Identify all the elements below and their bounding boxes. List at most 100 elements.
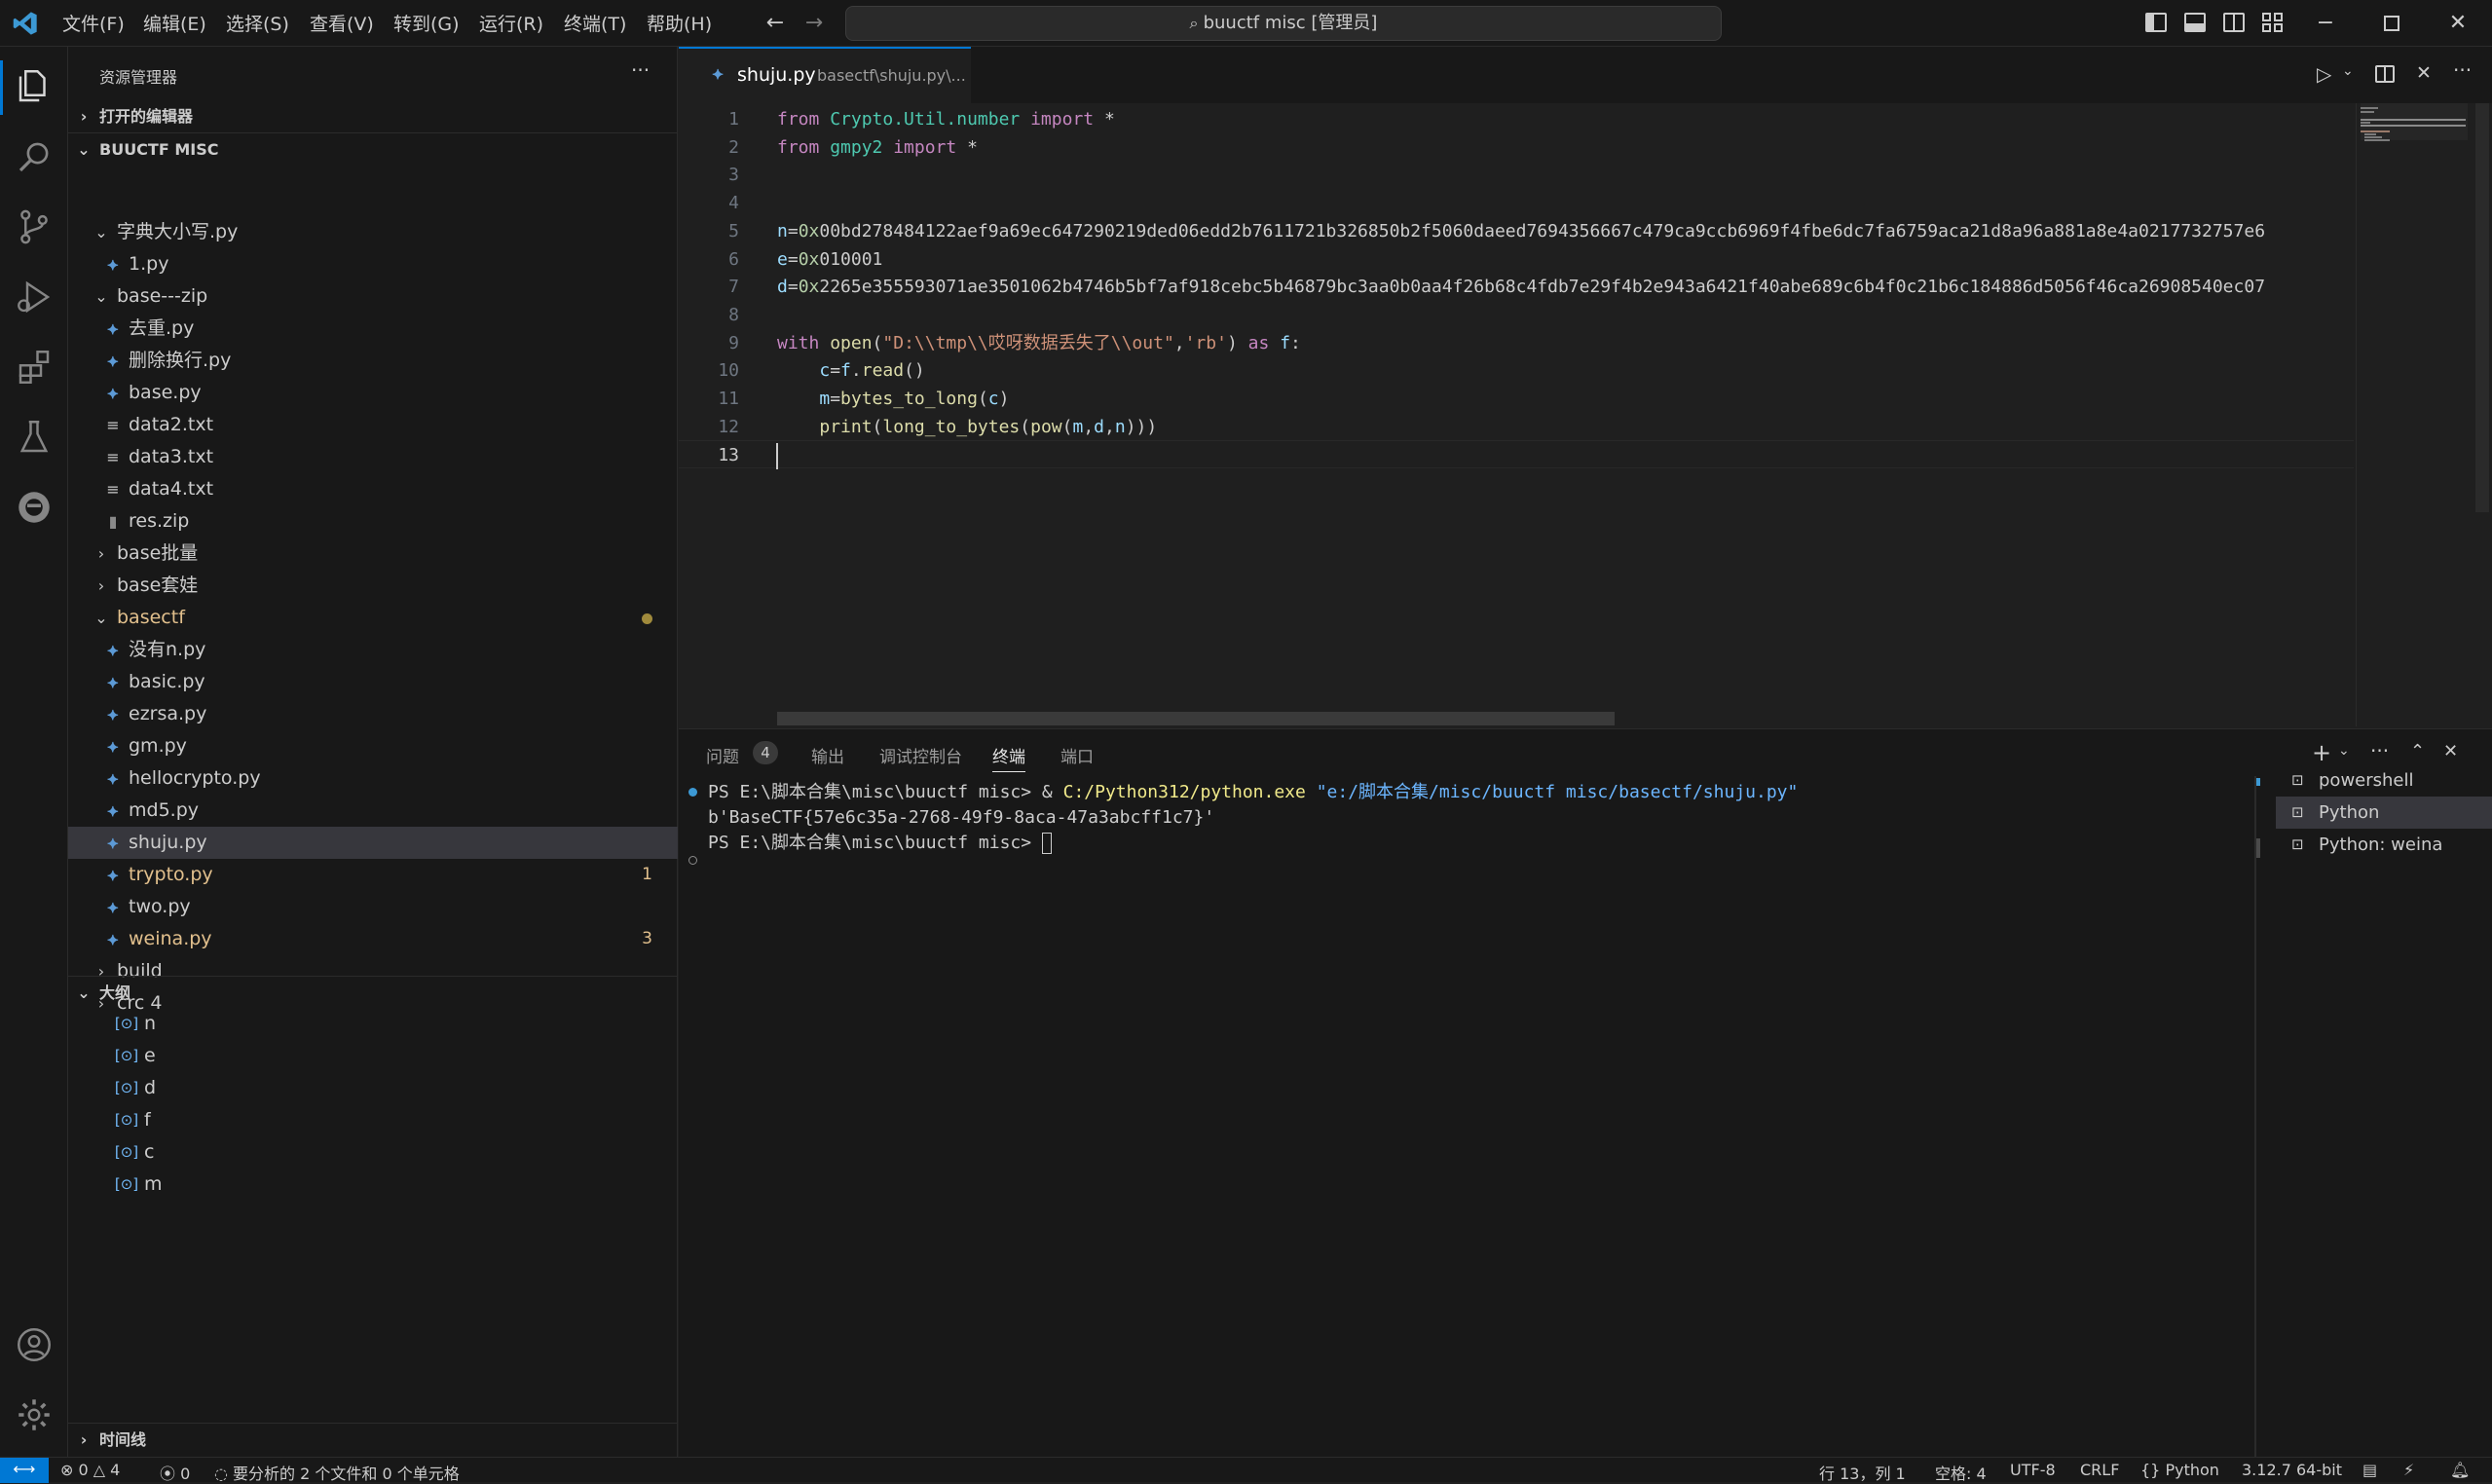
language-mode[interactable]: {} Python bbox=[2140, 1461, 2219, 1479]
run-debug-icon[interactable] bbox=[14, 277, 55, 317]
timeline-section[interactable]: › 时间线 bbox=[68, 1423, 678, 1455]
restore-icon[interactable] bbox=[2384, 16, 2399, 31]
tab-output[interactable]: 输出 bbox=[811, 743, 844, 767]
terminal-instance[interactable]: ⊡ Python: weina bbox=[2276, 829, 2492, 861]
outline-item[interactable]: [⊙] n bbox=[68, 1008, 678, 1040]
outline-item[interactable]: [⊙] c bbox=[68, 1136, 678, 1169]
workspace-section[interactable]: ⌄ BUUCTF MISC bbox=[68, 132, 678, 165]
outline-item[interactable]: [⊙] m bbox=[68, 1169, 678, 1201]
tree-file[interactable]: ⯌ trypto.py 1 bbox=[68, 859, 678, 891]
ports-status[interactable]: ⦿ 0 bbox=[160, 1461, 190, 1484]
explorer-icon[interactable] bbox=[14, 66, 55, 107]
remote-explorer-icon[interactable] bbox=[14, 487, 55, 528]
minimap[interactable] bbox=[2356, 103, 2492, 726]
search-icon[interactable] bbox=[14, 136, 55, 177]
python-interpreter[interactable]: 3.12.7 64-bit bbox=[2242, 1461, 2342, 1479]
close-editor-icon[interactable]: ✕ bbox=[2416, 62, 2432, 84]
command-center[interactable]: ⌕ buuctf misc [管理员] bbox=[845, 6, 1722, 41]
tree-folder[interactable]: › base批量 bbox=[68, 538, 678, 570]
more-actions-icon[interactable]: ··· bbox=[631, 58, 650, 82]
outline-item[interactable]: [⊙] e bbox=[68, 1040, 678, 1072]
tab-problems[interactable]: 问题 bbox=[706, 743, 739, 767]
menu-run[interactable]: 运行(R) bbox=[479, 10, 543, 36]
maximize-panel-icon[interactable]: ⌃ bbox=[2410, 741, 2425, 761]
close-window-icon[interactable]: ✕ bbox=[2444, 10, 2472, 37]
line-ending[interactable]: CRLF bbox=[2080, 1461, 2119, 1479]
forward-arrow-icon[interactable]: → bbox=[800, 10, 828, 37]
file-icon[interactable]: ▤ bbox=[2362, 1461, 2377, 1479]
tree-file[interactable]: ⯌ basic.py bbox=[68, 666, 678, 698]
tree-file[interactable]: ⯌ two.py bbox=[68, 891, 678, 923]
terminal-exe: C:/Python312/python.exe bbox=[1062, 782, 1306, 802]
cursor-position[interactable]: 行 13，列 1 bbox=[1819, 1461, 1906, 1484]
menu-go[interactable]: 转到(G) bbox=[393, 10, 460, 36]
source-control-icon[interactable] bbox=[14, 206, 55, 247]
close-panel-icon[interactable]: ✕ bbox=[2443, 741, 2458, 761]
copilot-icon[interactable]: ⚡ bbox=[2403, 1461, 2414, 1479]
toggle-secondary-sidebar-icon[interactable] bbox=[2223, 13, 2245, 32]
menu-view[interactable]: 查看(V) bbox=[310, 10, 374, 36]
chevron-down-icon[interactable]: ⌄ bbox=[2338, 743, 2350, 759]
settings-gear-icon[interactable] bbox=[14, 1394, 55, 1435]
encoding[interactable]: UTF-8 bbox=[2010, 1461, 2056, 1479]
analysis-status[interactable]: ◌ 要分析的 2 个文件和 0 个单元格 bbox=[214, 1461, 460, 1484]
tree-file[interactable]: ⯌ 没有n.py bbox=[68, 634, 678, 666]
more-actions-icon[interactable]: ··· bbox=[2453, 58, 2472, 82]
tree-file[interactable]: ⯌ base.py bbox=[68, 377, 678, 409]
outline-item[interactable]: [⊙] f bbox=[68, 1104, 678, 1136]
accounts-icon[interactable] bbox=[14, 1324, 55, 1365]
code-line: 9 with open("D:\\tmp\\哎呀数据丢失了\\out",'rb')… bbox=[679, 329, 2354, 357]
tree-file[interactable]: ⯌ 1.py bbox=[68, 248, 678, 280]
vertical-scrollbar[interactable] bbox=[2475, 103, 2489, 512]
tree-file[interactable]: ⯌ shuju.py bbox=[68, 827, 678, 859]
remote-indicator-icon[interactable]: ⟷ bbox=[0, 1458, 49, 1483]
back-arrow-icon[interactable]: ← bbox=[762, 10, 789, 37]
tab-terminal[interactable]: 终端 bbox=[992, 743, 1025, 772]
tree-file[interactable]: ≡ data3.txt bbox=[68, 441, 678, 473]
code-editor[interactable]: 1 from Crypto.Util.number import * 2 from g… bbox=[679, 103, 2492, 726]
extensions-icon[interactable] bbox=[14, 347, 55, 388]
menu-selection[interactable]: 选择(S) bbox=[226, 10, 289, 36]
tree-file[interactable]: ⯌ gm.py bbox=[68, 730, 678, 762]
tree-folder[interactable]: ⌄ base---zip bbox=[68, 280, 678, 313]
open-editors-section[interactable]: › 打开的编辑器 bbox=[68, 100, 678, 132]
tree-folder[interactable]: ⌄ basectf bbox=[68, 602, 678, 634]
tree-file[interactable]: ⯌ md5.py bbox=[68, 795, 678, 827]
menu-edit[interactable]: 编辑(E) bbox=[143, 10, 206, 36]
tree-file[interactable]: ⯌ 删除换行.py bbox=[68, 345, 678, 377]
minimize-icon[interactable]: − bbox=[2312, 10, 2339, 37]
customize-layout-icon[interactable] bbox=[2262, 13, 2284, 32]
toggle-panel-icon[interactable] bbox=[2184, 13, 2206, 32]
split-editor-icon[interactable] bbox=[2375, 65, 2395, 83]
tab-debug-console[interactable]: 调试控制台 bbox=[879, 743, 962, 767]
tree-file[interactable]: ≡ data2.txt bbox=[68, 409, 678, 441]
horizontal-scrollbar[interactable] bbox=[777, 712, 1615, 725]
tree-file[interactable]: ⯌ ezrsa.py bbox=[68, 698, 678, 730]
menu-help[interactable]: 帮助(H) bbox=[647, 10, 712, 36]
new-terminal-icon[interactable]: + bbox=[2312, 739, 2331, 766]
terminal-instance[interactable]: ⊡ Python bbox=[2276, 797, 2492, 829]
tree-file[interactable]: ⯌ hellocrypto.py bbox=[68, 762, 678, 795]
indentation[interactable]: 空格: 4 bbox=[1935, 1461, 1987, 1484]
run-file-icon[interactable]: ▷ bbox=[2317, 62, 2331, 86]
problems-status[interactable]: ⊗ 0 △ 4 bbox=[60, 1461, 120, 1479]
tree-folder[interactable]: ⌄ 字典大小写.py bbox=[68, 216, 678, 248]
tree-file[interactable]: ▮ res.zip bbox=[68, 505, 678, 538]
tab-shuju-py[interactable]: ⯌ shuju.py basectf\shuju.py\... bbox=[679, 47, 971, 103]
tree-file[interactable]: ⯌ weina.py 3 bbox=[68, 923, 678, 955]
menu-terminal[interactable]: 终端(T) bbox=[564, 10, 626, 36]
tree-file[interactable]: ⯌ 去重.py bbox=[68, 313, 678, 345]
testing-icon[interactable] bbox=[14, 417, 55, 458]
tree-file[interactable]: ≡ data4.txt bbox=[68, 473, 678, 505]
chevron-down-icon[interactable]: ⌄ bbox=[2342, 63, 2354, 79]
terminal-instance[interactable]: ⊡ powershell bbox=[2276, 764, 2492, 797]
tab-ports[interactable]: 端口 bbox=[1060, 743, 1094, 767]
toggle-primary-sidebar-icon[interactable] bbox=[2145, 13, 2167, 32]
tree-folder[interactable]: › base套娃 bbox=[68, 570, 678, 602]
outline-item[interactable]: [⊙] d bbox=[68, 1072, 678, 1104]
notifications-bell-icon[interactable]: 🔔︎ bbox=[2450, 1461, 2470, 1479]
menu-file[interactable]: 文件(F) bbox=[62, 10, 125, 36]
outline-section[interactable]: ⌄ 大纲 bbox=[68, 976, 678, 1008]
python-file-icon: ⯌ bbox=[106, 255, 120, 274]
more-actions-icon[interactable]: ··· bbox=[2370, 739, 2389, 762]
